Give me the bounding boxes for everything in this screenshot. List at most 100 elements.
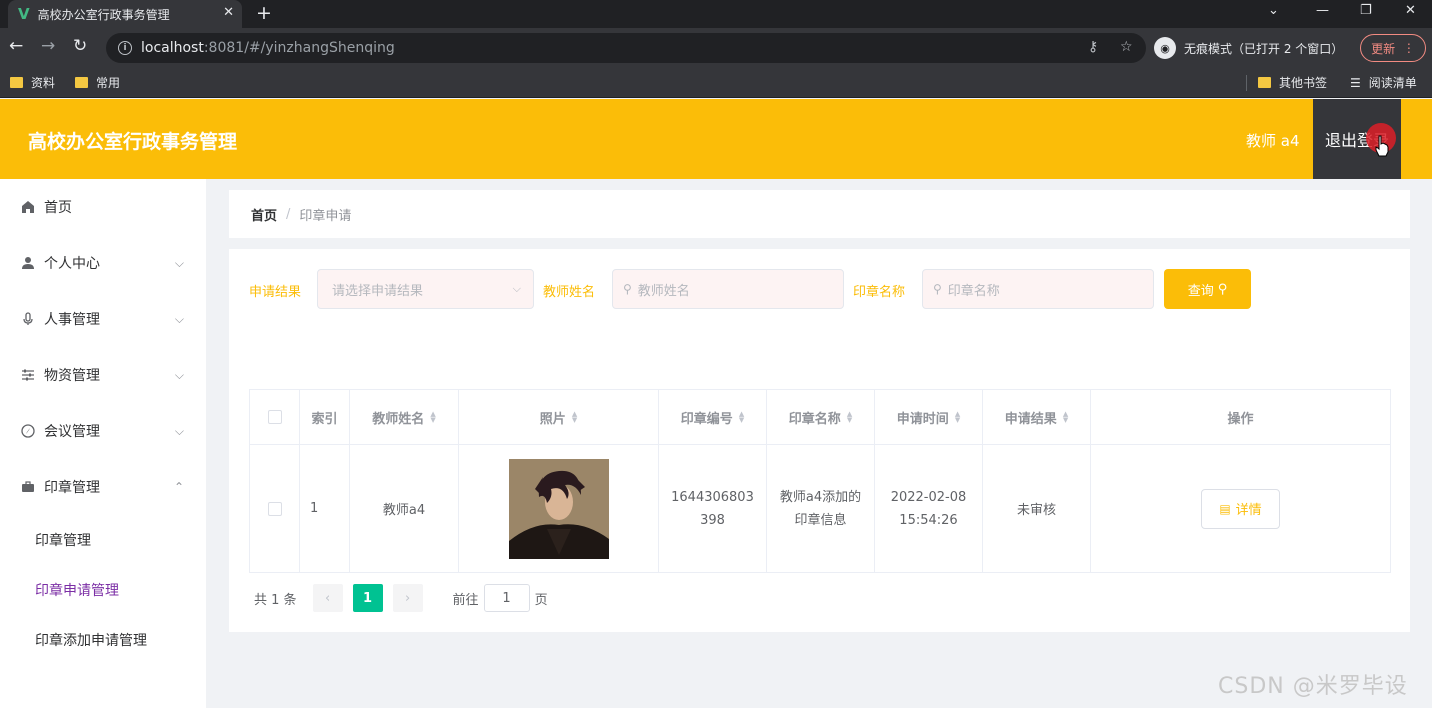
seal-name-input[interactable]: ⚲ 印章名称: [922, 269, 1154, 309]
update-button[interactable]: 更新 ⋮: [1360, 34, 1426, 62]
column-header[interactable]: 申请结果 ▲ ▼: [983, 390, 1091, 444]
result-select[interactable]: 请选择申请结果 ⌵: [317, 269, 534, 309]
apply-time-line: 2022-02-08: [890, 489, 967, 505]
sliders-icon: [20, 367, 36, 383]
new-tab-button[interactable]: +: [256, 2, 272, 24]
chevron-down-icon: ⌵: [512, 282, 521, 295]
query-button[interactable]: 查询 ⚲: [1164, 269, 1251, 309]
chevron-down-icon: ⌵: [174, 367, 184, 382]
sidebar-subitem-seal-application[interactable]: 印章申请管理: [0, 565, 206, 615]
star-icon[interactable]: ☆: [1120, 39, 1133, 55]
sort-icon[interactable]: ▲ ▼: [847, 411, 852, 424]
teacher-name-input[interactable]: ⚲ 教师姓名: [612, 269, 844, 309]
key-icon[interactable]: ⚷: [1088, 39, 1098, 55]
sort-icon[interactable]: ▲ ▼: [955, 411, 960, 424]
sort-icon[interactable]: ▲ ▼: [430, 411, 435, 424]
sidebar-item-personnel[interactable]: 人事管理 ⌵: [0, 291, 206, 347]
breadcrumb-home[interactable]: 首页: [251, 205, 277, 224]
update-label: 更新: [1371, 41, 1396, 56]
bookmark-label: 常用: [96, 76, 121, 90]
teacher-name-placeholder: 教师姓名: [637, 283, 690, 299]
url-field[interactable]: i localhost:8081/#/yinzhangShenqing ⚷ ☆: [106, 33, 1146, 63]
table-row: 1 教师a4 1644306803 398 教师a4添加的 印章信息 2022-…: [250, 445, 1390, 572]
sort-icon[interactable]: ▲ ▼: [572, 411, 577, 424]
hand-cursor-icon: [1375, 135, 1389, 157]
total-count: 共 1 条: [254, 592, 297, 608]
seal-name-line: 教师a4添加的: [779, 489, 862, 505]
result-select-placeholder: 请选择申请结果: [332, 283, 424, 299]
column-header[interactable]: 教师姓名 ▲ ▼: [350, 390, 459, 444]
sidebar-item-seals[interactable]: 印章管理 ⌃: [0, 459, 206, 515]
column-header-label: 印章编号: [680, 411, 733, 427]
page-number-button[interactable]: 1: [352, 584, 383, 612]
goto-label: 前往: [452, 592, 479, 608]
site-info-icon[interactable]: i: [118, 41, 132, 55]
action-cell: ▤ 详情: [1091, 445, 1390, 572]
url-host: localhost: [141, 40, 204, 56]
next-page-button[interactable]: ›: [392, 584, 423, 612]
sidebar-item-label: 物资管理: [44, 368, 100, 384]
sidebar-item-materials[interactable]: 物资管理 ⌵: [0, 347, 206, 403]
teacher-filter-label: 教师姓名: [543, 285, 596, 300]
close-window-icon[interactable]: ✕: [1405, 3, 1416, 18]
column-header-label: 操作: [1227, 411, 1254, 427]
other-bookmarks[interactable]: 其他书签: [1258, 74, 1327, 91]
sort-icon[interactable]: ▲ ▼: [1063, 411, 1068, 424]
teacher-photo[interactable]: [508, 458, 609, 559]
select-all-cell: [250, 390, 300, 444]
address-bar-row: ← → ↻ i localhost:8081/#/yinzhangShenqin…: [0, 28, 1432, 68]
sidebar-item-meetings[interactable]: 会议管理 ⌵: [0, 403, 206, 459]
row-checkbox[interactable]: [267, 501, 282, 516]
chevron-down-icon: ⌵: [174, 423, 184, 438]
column-header[interactable]: 印章编号 ▲ ▼: [659, 390, 767, 444]
column-header-label: 索引: [311, 411, 338, 427]
browser-tab[interactable]: V 高校办公室行政事务管理 ✕: [8, 0, 242, 28]
bookmark-label: 阅读清单: [1368, 76, 1417, 90]
sidebar-item-personal-center[interactable]: 个人中心 ⌵: [0, 235, 206, 291]
goto-page-input[interactable]: 1: [483, 584, 530, 612]
row-select-cell: [250, 445, 300, 572]
sidebar-item-label: 印章管理: [44, 480, 100, 496]
sidebar-subitem-seal-management[interactable]: 印章管理: [0, 515, 206, 565]
column-header[interactable]: 印章名称 ▲ ▼: [767, 390, 875, 444]
teacher-name-cell: 教师a4: [350, 445, 459, 572]
index-cell: 1: [300, 445, 350, 572]
bookmark-folder[interactable]: 常用: [75, 74, 120, 91]
reload-icon[interactable]: ↻: [73, 36, 87, 56]
seal-number-line: 1644306803: [671, 489, 754, 505]
forward-icon[interactable]: →: [41, 36, 55, 56]
folder-icon: [75, 77, 88, 88]
prev-page-button[interactable]: ‹: [312, 584, 343, 612]
column-header: 索引: [300, 390, 350, 444]
column-header-label: 申请结果: [1004, 411, 1057, 427]
main-content: 申请结果 请选择申请结果 ⌵ 教师姓名 ⚲ 教师姓名 印章名称 ⚲ 印章名称 查…: [229, 249, 1410, 632]
detail-button[interactable]: ▤ 详情: [1201, 488, 1280, 529]
column-header: 操作: [1091, 390, 1390, 444]
document-icon: ▤: [1219, 501, 1231, 516]
reading-list[interactable]: ☰ 阅读清单: [1350, 74, 1417, 91]
restore-icon[interactable]: ❐: [1360, 3, 1372, 18]
column-header[interactable]: 申请时间 ▲ ▼: [875, 390, 983, 444]
tab-title: 高校办公室行政事务管理: [37, 7, 170, 22]
tab-search-icon[interactable]: ⌄: [1268, 3, 1279, 18]
incognito-indicator[interactable]: ◉ 无痕模式（已打开 2 个窗口）: [1154, 34, 1343, 62]
select-all-checkbox[interactable]: [267, 410, 282, 424]
back-icon[interactable]: ←: [9, 36, 23, 56]
sidebar-item-home[interactable]: 首页: [0, 179, 206, 235]
sidebar-subitem-label: 印章申请管理: [35, 583, 119, 599]
photo-cell: [459, 445, 659, 572]
sidebar-item-label: 会议管理: [44, 424, 100, 440]
bookmark-folder[interactable]: 资料: [10, 74, 55, 91]
app-header: 高校办公室行政事务管理 教师 a4 退出登录: [0, 99, 1432, 179]
url-path: :8081/#/yinzhangShenqing: [203, 40, 395, 56]
sidebar-subitem-add-seal-application[interactable]: 印章添加申请管理: [0, 615, 206, 665]
seal-number-line: 398: [700, 512, 725, 528]
detail-button-label: 详情: [1235, 503, 1262, 518]
sidebar-subitem-label: 印章添加申请管理: [35, 633, 147, 649]
sort-icon[interactable]: ▲ ▼: [739, 411, 744, 424]
column-header[interactable]: 照片 ▲ ▼: [459, 390, 659, 444]
result-filter-label: 申请结果: [249, 285, 302, 300]
minimize-icon[interactable]: —: [1316, 3, 1329, 18]
column-header-label: 教师姓名: [372, 411, 425, 427]
tab-close-icon[interactable]: ✕: [223, 5, 234, 20]
